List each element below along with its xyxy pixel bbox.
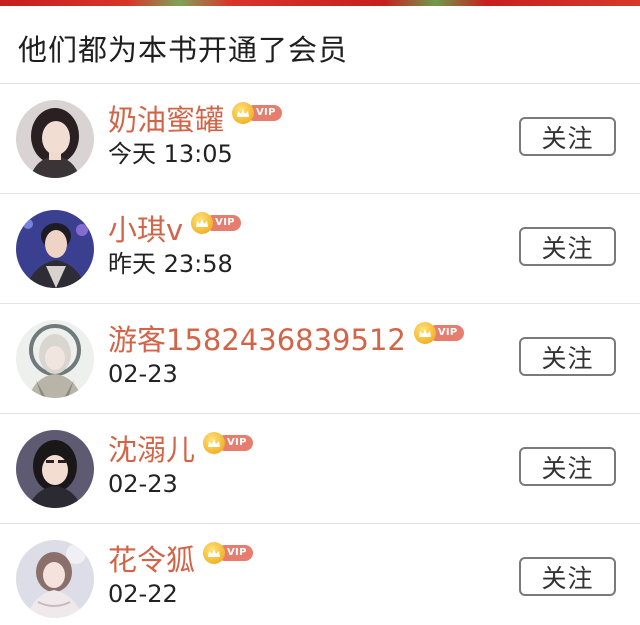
name-line: 游客1582436839512 VIP	[108, 320, 464, 360]
vip-badge: VIP	[232, 102, 282, 124]
crown-icon	[191, 212, 214, 234]
timestamp: 02-23	[108, 360, 178, 388]
crown-icon	[413, 322, 436, 344]
timestamp: 今天 13:05	[108, 140, 233, 168]
member-name[interactable]: 沈溺儿	[108, 430, 195, 470]
avatar[interactable]	[16, 320, 94, 398]
name-line: 花令狐 VIP	[108, 540, 253, 580]
follow-button[interactable]: 关注	[519, 117, 616, 156]
timestamp: 02-23	[108, 470, 178, 498]
crown-icon	[232, 102, 255, 124]
member-name[interactable]: 花令狐	[108, 540, 195, 580]
avatar[interactable]	[16, 430, 94, 508]
member-list: 奶油蜜罐 VIP 今天 13:05 关注 小琪v VIP 昨天 23:58 关注…	[0, 83, 640, 625]
crown-icon	[203, 432, 226, 454]
follow-button[interactable]: 关注	[519, 227, 616, 266]
list-item[interactable]: 游客1582436839512 VIP 02-23 关注	[0, 304, 640, 413]
name-line: 奶油蜜罐 VIP	[108, 100, 282, 140]
list-item[interactable]: 奶油蜜罐 VIP 今天 13:05 关注	[0, 84, 640, 193]
member-name[interactable]: 小琪v	[108, 210, 183, 250]
crown-icon	[203, 542, 226, 564]
timestamp: 昨天 23:58	[108, 250, 233, 278]
vip-badge: VIP	[413, 322, 464, 344]
section-title: 他们都为本书开通了会员	[18, 33, 349, 67]
follow-button[interactable]: 关注	[519, 337, 616, 376]
avatar[interactable]	[16, 210, 94, 288]
vip-badge: VIP	[191, 212, 241, 234]
member-name[interactable]: 游客1582436839512	[108, 320, 406, 360]
list-item[interactable]: 沈溺儿 VIP 02-23 关注	[0, 414, 640, 523]
avatar[interactable]	[16, 540, 94, 618]
list-item[interactable]: 小琪v VIP 昨天 23:58 关注	[0, 194, 640, 303]
vip-badge: VIP	[203, 432, 253, 454]
follow-button[interactable]: 关注	[519, 447, 616, 486]
list-item[interactable]: 花令狐 VIP 02-22 关注	[0, 524, 640, 625]
follow-button[interactable]: 关注	[519, 557, 616, 596]
vip-badge: VIP	[203, 542, 253, 564]
avatar[interactable]	[16, 100, 94, 178]
member-name[interactable]: 奶油蜜罐	[108, 100, 224, 140]
name-line: 小琪v VIP	[108, 210, 241, 250]
top-banner-decoration	[0, 0, 640, 6]
name-line: 沈溺儿 VIP	[108, 430, 253, 470]
timestamp: 02-22	[108, 580, 178, 608]
